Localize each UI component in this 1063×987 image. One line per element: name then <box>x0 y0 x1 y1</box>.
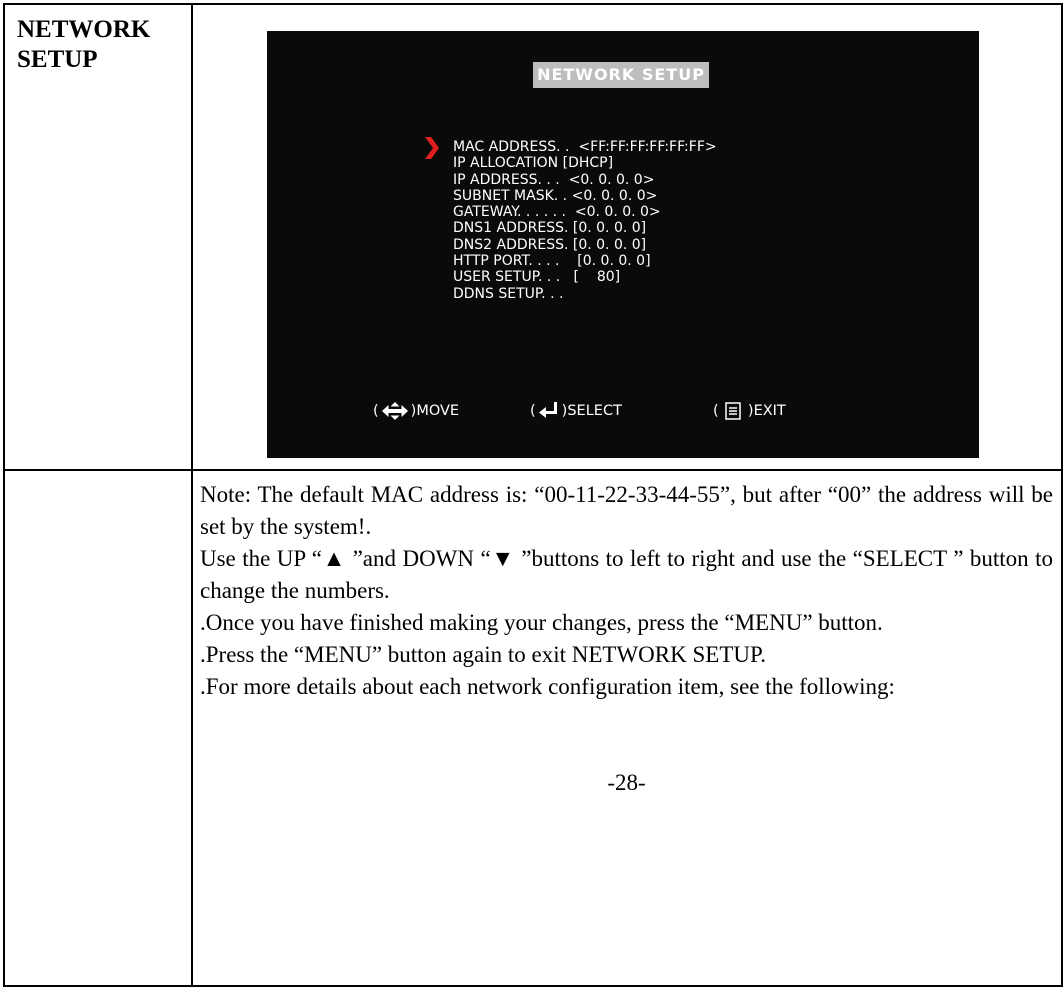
note-paragraph-default-mac: Note: The default MAC address is: “00-11… <box>200 482 1053 539</box>
exit-control: ( ) EXIT <box>713 399 786 423</box>
note-cell: Note: The default MAC address is: “00-11… <box>191 469 1063 987</box>
menu-item-mac-address[interactable]: MAC ADDRESS. . <FF:FF:FF:FF:FF:FF> <box>453 139 717 155</box>
paren-open: ( <box>713 403 724 419</box>
menu-icon <box>725 402 742 420</box>
osd-footer: ( ) MOVE ( ) SELECT () EXIT <box>267 399 979 423</box>
paren-open: ( <box>373 403 379 419</box>
section-title-line2: SETUP <box>17 46 98 73</box>
select-control: ( ) SELECT <box>530 399 622 423</box>
osd-menu-list: MAC ADDRESS. . <FF:FF:FF:FF:FF:FF> IP AL… <box>453 139 717 302</box>
move-control: ( ) MOVE <box>373 399 459 423</box>
paren-close: ) <box>743 403 754 419</box>
enter-icon <box>538 402 557 418</box>
menu-item-http-port[interactable]: HTTP PORT. . . . [0. 0. 0. 0] <box>453 253 717 269</box>
exit-label: EXIT <box>753 403 786 419</box>
menu-item-ddns-setup[interactable]: DDNS SETUP. . . <box>453 286 717 302</box>
menu-item-ip-address[interactable]: IP ADDRESS. . . <0. 0. 0. 0> <box>453 172 717 188</box>
note-paragraph-up-down: Use the UP “▲ ”and DOWN “▼ ”buttons to l… <box>200 546 1053 603</box>
section-label-cell: NETWORK SETUP <box>3 3 193 471</box>
table-row: Note: The default MAC address is: “00-11… <box>3 469 1063 987</box>
note-paragraph-finish: .Once you have finished making your chan… <box>200 610 883 635</box>
note-text: Note: The default MAC address is: “00-11… <box>193 471 1061 799</box>
menu-item-subnet-mask[interactable]: SUBNET MASK. . <0. 0. 0. 0> <box>453 188 717 204</box>
menu-item-user-setup[interactable]: USER SETUP. . . [ 80] <box>453 269 717 285</box>
menu-item-gateway[interactable]: GATEWAY. . . . . . <0. 0. 0. 0> <box>453 204 717 220</box>
osd-title: NETWORK SETUP <box>533 62 709 88</box>
move-label: MOVE <box>416 403 460 419</box>
section-title: NETWORK SETUP <box>5 5 191 75</box>
note-paragraph-details: .For more details about each network con… <box>200 674 895 699</box>
osd-network-setup-screen: NETWORK SETUP MAC ADDRESS. . <FF:FF:FF:F… <box>267 31 979 458</box>
note-paragraph-exit: .Press the “MENU” button again to exit N… <box>200 642 766 667</box>
menu-item-ip-allocation[interactable]: IP ALLOCATION [DHCP] <box>453 155 717 171</box>
menu-item-dns2-address[interactable]: DNS2 ADDRESS. [0. 0. 0. 0] <box>453 237 717 253</box>
move-arrows-icon <box>381 402 408 420</box>
select-label: SELECT <box>567 403 622 419</box>
page-number: -28- <box>607 770 646 795</box>
selection-arrow-icon <box>425 137 439 159</box>
menu-item-dns1-address[interactable]: DNS1 ADDRESS. [0. 0. 0. 0] <box>453 220 717 236</box>
paren-open: ( <box>530 403 536 419</box>
empty-cell <box>3 469 193 987</box>
section-title-line1: NETWORK <box>17 16 151 43</box>
